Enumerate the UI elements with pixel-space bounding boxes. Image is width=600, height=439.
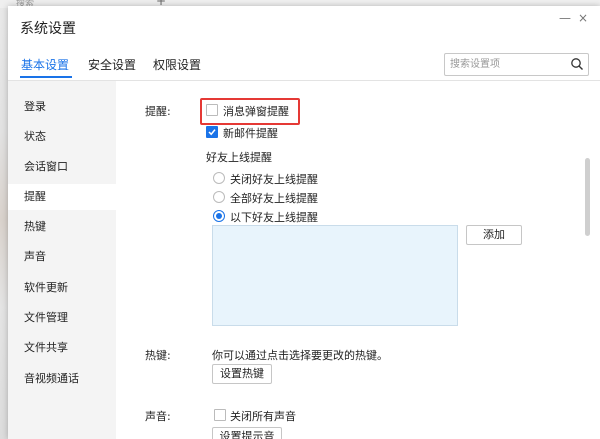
sidebar-item-file-sharing[interactable]: 文件共享 bbox=[8, 335, 116, 361]
hotkey-description: 你可以通过点击选择要更改的热键。 bbox=[212, 349, 388, 362]
friend-online-off-radio[interactable] bbox=[213, 172, 225, 184]
minimize-icon[interactable]: — bbox=[556, 10, 574, 26]
friend-online-all-radio[interactable] bbox=[213, 191, 225, 203]
sidebar-item-file-management[interactable]: 文件管理 bbox=[8, 305, 116, 331]
sound-section-label: 声音: bbox=[145, 410, 171, 423]
scrollbar-thumb[interactable] bbox=[585, 158, 590, 236]
mail-reminder-checkbox[interactable] bbox=[206, 126, 218, 138]
add-friend-button[interactable]: 添加 bbox=[466, 225, 522, 245]
window-title: 系统设置 bbox=[20, 21, 76, 37]
mute-all-label: 关闭所有声音 bbox=[230, 410, 296, 423]
close-icon[interactable]: × bbox=[574, 10, 592, 26]
friend-online-selected-label: 以下好友上线提醒 bbox=[230, 211, 318, 224]
hotkey-section-label: 热键: bbox=[145, 349, 171, 362]
sidebar-item-hotkey[interactable]: 热键 bbox=[8, 214, 116, 240]
content-scrollbar[interactable] bbox=[582, 82, 592, 439]
friend-online-all-label: 全部好友上线提醒 bbox=[230, 192, 318, 205]
set-hotkey-button[interactable]: 设置热键 bbox=[212, 364, 272, 384]
popup-reminder-label: 消息弹窗提醒 bbox=[223, 105, 289, 118]
sidebar-item-reminder[interactable]: 提醒 bbox=[8, 184, 116, 210]
mute-all-checkbox[interactable] bbox=[214, 409, 226, 421]
active-tab-indicator bbox=[20, 76, 72, 78]
tab-permission-settings[interactable]: 权限设置 bbox=[153, 56, 201, 73]
settings-search-box[interactable] bbox=[444, 53, 589, 76]
sidebar-item-software-update[interactable]: 软件更新 bbox=[8, 275, 116, 301]
sidebar-item-chat-window[interactable]: 会话窗口 bbox=[8, 154, 116, 180]
sidebar-item-status[interactable]: 状态 bbox=[8, 124, 116, 150]
settings-content: 提醒: 消息弹窗提醒 新邮件提醒 好友上线提醒 关闭好友上线提醒 全部好友上线提… bbox=[116, 81, 600, 439]
search-icon[interactable] bbox=[570, 57, 584, 71]
tab-basic-settings[interactable]: 基本设置 bbox=[21, 56, 69, 73]
sidebar-item-sound[interactable]: 声音 bbox=[8, 244, 116, 270]
friend-online-selected-radio[interactable] bbox=[213, 210, 225, 222]
sidebar-item-login[interactable]: 登录 bbox=[8, 94, 116, 120]
tab-security-settings[interactable]: 安全设置 bbox=[88, 56, 136, 73]
popup-reminder-checkbox[interactable] bbox=[206, 104, 218, 116]
friend-list-box[interactable] bbox=[212, 225, 458, 326]
settings-sidebar: 登录 状态 会话窗口 提醒 热键 声音 软件更新 文件管理 文件共享 音视频通话 bbox=[8, 81, 116, 439]
search-input[interactable] bbox=[450, 56, 562, 72]
set-sound-button[interactable]: 设置提示音 bbox=[212, 427, 282, 439]
checkmark-icon bbox=[208, 129, 216, 136]
settings-window: 系统设置 — × 基本设置 安全设置 权限设置 登录 状态 会话窗口 提醒 热键… bbox=[8, 6, 600, 439]
reminder-section-label: 提醒: bbox=[145, 105, 171, 118]
friend-online-off-label: 关闭好友上线提醒 bbox=[230, 173, 318, 186]
friend-online-title: 好友上线提醒 bbox=[206, 151, 272, 164]
sidebar-item-av-call[interactable]: 音视频通话 bbox=[8, 366, 116, 392]
mail-reminder-label: 新邮件提醒 bbox=[223, 127, 278, 140]
